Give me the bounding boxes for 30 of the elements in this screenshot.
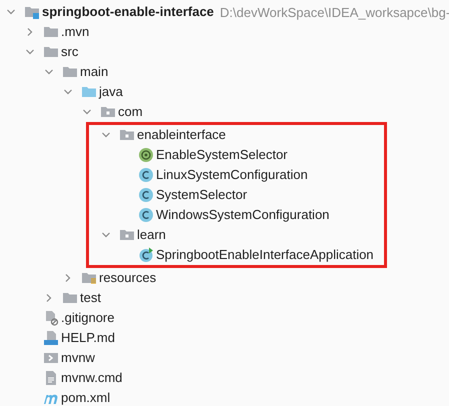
tree-item[interactable]: .gitignore [61, 310, 114, 326]
tree-item[interactable]: com [118, 104, 143, 120]
chevron-right-icon[interactable] [44, 293, 54, 303]
chevron-down-icon[interactable] [6, 7, 16, 17]
chevron-down-icon[interactable] [63, 87, 73, 97]
tree-item[interactable]: main [80, 64, 108, 80]
project-name[interactable]: springboot-enable-interface [42, 4, 214, 20]
tree-item[interactable]: SystemSelector [156, 187, 248, 203]
chevron-down-icon[interactable] [82, 107, 92, 117]
chevron-down-icon[interactable] [44, 67, 54, 77]
tree-item[interactable]: .mvn [61, 24, 90, 40]
tree-item[interactable]: src [61, 44, 78, 60]
tree-item[interactable]: enableinterface [137, 127, 226, 143]
tree-item[interactable]: java [99, 84, 123, 100]
chevron-right-icon[interactable] [25, 27, 35, 37]
tree-item[interactable]: pom.xml [61, 390, 110, 406]
tree-item[interactable]: resources [99, 270, 156, 286]
tree-item[interactable]: learn [137, 227, 166, 243]
chevron-down-icon[interactable] [101, 230, 111, 240]
tree-item[interactable]: mvnw [61, 350, 95, 366]
tree-item[interactable]: LinuxSystemConfiguration [156, 167, 308, 183]
tree-item[interactable]: EnableSystemSelector [156, 147, 288, 163]
tree-item[interactable]: SpringbootEnableInterfaceApplication [156, 247, 374, 263]
tree-item[interactable]: test [80, 290, 101, 306]
chevron-down-icon[interactable] [101, 130, 111, 140]
tree-item[interactable]: WindowsSystemConfiguration [156, 207, 330, 223]
chevron-right-icon[interactable] [63, 273, 73, 283]
tree-item[interactable]: HELP.md [61, 330, 115, 346]
tree-item[interactable]: mvnw.cmd [61, 370, 122, 386]
chevron-down-icon[interactable] [25, 47, 35, 57]
